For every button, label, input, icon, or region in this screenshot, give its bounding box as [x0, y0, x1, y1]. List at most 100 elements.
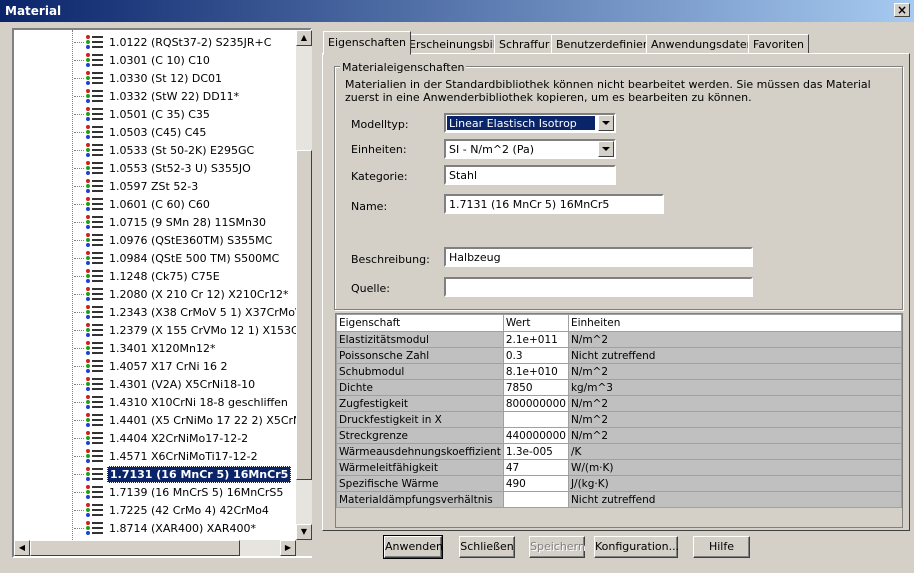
property-value[interactable]: 440000000 [502, 427, 569, 444]
tree-item[interactable]: 1.8714 (XAR400) XAR400* [74, 519, 258, 537]
tree-item[interactable]: 1.4301 (V2A) X5CrNi18-10 [74, 375, 257, 393]
scroll-thumb-horizontal[interactable] [30, 540, 240, 556]
table-row[interactable]: Wärmeausdehnungskoeffizient 1.3e-005/K [336, 443, 903, 460]
tree-item[interactable]: 1.7225 (42 CrMo 4) 42CrMo4 [74, 501, 271, 519]
property-value[interactable]: 2.1e+011 [502, 331, 569, 348]
table-row[interactable]: Schubmodul 8.1e+010 N/m^2 [336, 363, 903, 380]
einheiten-combo[interactable]: SI - N/m^2 (Pa) [444, 139, 616, 159]
tree-item[interactable]: 1.7131 (16 MnCr 5) 16MnCr5 [74, 465, 292, 483]
tree-item[interactable]: 1.7139 (16 MnCrS 5) 16MnCrS5 [74, 483, 285, 501]
tree-item[interactable]: 1.0597 ZSt 52-3 [74, 177, 200, 195]
tree-connector [74, 365, 84, 367]
table-row[interactable]: Wärmeleitfähigkeit 47 W/(m·K) [336, 459, 903, 476]
modelltyp-combo[interactable]: Linear Elastisch Isotrop [444, 113, 616, 133]
tree-connector [74, 167, 84, 169]
apply-button[interactable]: Anwenden [383, 535, 443, 559]
tree-item[interactable]: 1.0301 (C 10) C10 [74, 51, 212, 69]
tree-connector [74, 329, 84, 331]
tab-favoriten[interactable]: Favoriten [748, 34, 809, 54]
header-eigenschaft: Eigenschaft [336, 314, 504, 332]
tree-item[interactable]: 1.0501 (C 35) C35 [74, 105, 212, 123]
property-value[interactable] [502, 411, 569, 428]
kategorie-field[interactable]: Stahl [444, 165, 616, 185]
tree-item[interactable]: 1.1248 (Ck75) C75E [74, 267, 222, 285]
tree-item[interactable]: 1.0601 (C 60) C60 [74, 195, 212, 213]
tree-item[interactable]: 1.2343 (X38 CrMoV 5 1) X37CrMoV5-1 [74, 303, 296, 321]
table-row[interactable]: Streckgrenze 440000000 N/m^2 [336, 427, 903, 444]
tree-connector [74, 221, 84, 223]
tree-connector [74, 59, 84, 61]
tree-item[interactable]: 1.0330 (St 12) DC01 [74, 69, 224, 87]
material-icon [86, 53, 104, 67]
scroll-left-icon[interactable]: ◀ [14, 540, 30, 556]
tree-connector [74, 239, 84, 241]
tree-item[interactable]: 1.0715 (9 SMn 28) 11SMn30 [74, 213, 268, 231]
table-row[interactable]: Poissonsche Zahl 0.3 Nicht zutreffend [336, 347, 903, 364]
tree-item[interactable]: 1.4404 X2CrNiMo17-12-2 [74, 429, 250, 447]
property-value[interactable] [502, 491, 569, 508]
beschreibung-field[interactable]: Halbzeug [444, 247, 753, 267]
table-row[interactable]: Dichte 7850 kg/m^3 [336, 379, 903, 396]
configuration-button[interactable]: Konfiguration... [594, 536, 679, 558]
property-unit: N/m^2 [567, 395, 903, 412]
tree-vertical-scrollbar[interactable]: ▲ ▼ [296, 30, 312, 540]
tree-item-label: 1.7139 (16 MnCrS 5) 16MnCrS5 [109, 485, 284, 499]
property-value[interactable]: 490 [502, 475, 569, 492]
tab-benutzerdefiniert[interactable]: Benutzerdefiniert [551, 34, 657, 54]
chevron-down-icon[interactable] [598, 141, 614, 157]
property-value[interactable]: 8.1e+010 [502, 363, 569, 380]
table-row[interactable]: Spezifische Wärme 490 J/(kg·K) [336, 475, 903, 492]
tree-item-label: 1.0976 (QStE360TM) S355MC [109, 233, 273, 247]
save-button[interactable]: Speichern [529, 536, 585, 558]
tree-item[interactable]: 1.0976 (QStE360TM) S355MC [74, 231, 274, 249]
scroll-up-icon[interactable]: ▲ [296, 30, 312, 46]
material-tree[interactable]: 1.0122 (RQSt37-2) S235JR+C 1.0301 (C 10) … [12, 28, 312, 558]
tree-connector [74, 257, 84, 259]
close-button[interactable]: Schließen [459, 536, 515, 558]
tree-item-label: 1.2343 (X38 CrMoV 5 1) X37CrMoV5-1 [109, 305, 296, 319]
property-value[interactable]: 0.3 [502, 347, 569, 364]
tree-item[interactable]: 1.4057 X17 CrNi 16 2 [74, 357, 230, 375]
tree-item[interactable]: 1.4310 X10CrNi 18-8 geschliffen [74, 393, 290, 411]
tree-item[interactable]: 1.0533 (St 50-2K) E295GC [74, 141, 256, 159]
tree-item[interactable]: 1.4401 (X5 CrNiMo 17 22 2) X5CrNiMo17- [74, 411, 296, 429]
tree-item[interactable]: 1.0984 (QStE 500 TM) S500MC [74, 249, 281, 267]
tree-item[interactable]: 1.0503 (C45) C45 [74, 123, 208, 141]
property-value[interactable]: 1.3e-005 [502, 443, 569, 460]
table-row[interactable]: Zugfestigkeit 800000000 N/m^2 [336, 395, 903, 412]
tree-connector [74, 383, 84, 385]
table-row[interactable]: Elastizitätsmodul 2.1e+011 N/m^2 [336, 331, 903, 348]
chevron-down-icon[interactable] [598, 115, 614, 131]
table-row[interactable]: Druckfestigkeit in X N/m^2 [336, 411, 903, 428]
tree-item-label: 1.8714 (XAR400) XAR400* [109, 521, 256, 535]
tree-item[interactable]: 1.0553 (St52-3 U) S355JO [74, 159, 253, 177]
tree-item[interactable]: 1.0332 (StW 22) DD11* [74, 87, 241, 105]
tab-anwendungsdaten[interactable]: Anwendungsdaten [646, 34, 759, 54]
tree-item[interactable]: 1.2080 (X 210 Cr 12) X210Cr12* [74, 285, 291, 303]
table-header-row: Eigenschaft Wert Einheiten [336, 314, 903, 332]
name-field[interactable]: 1.7131 (16 MnCr 5) 16MnCr5 [444, 194, 664, 214]
tree-connector [74, 149, 84, 151]
property-value[interactable]: 47 [502, 459, 569, 476]
property-unit: Nicht zutreffend [567, 491, 903, 508]
scroll-right-icon[interactable]: ▶ [280, 540, 296, 556]
tree-item[interactable]: 1.0122 (RQSt37-2) S235JR+C [74, 33, 273, 51]
quelle-field[interactable] [444, 277, 753, 297]
tree-item-label: 1.0330 (St 12) DC01 [109, 71, 223, 85]
property-value[interactable]: 7850 [502, 379, 569, 396]
tree-connector [74, 437, 84, 439]
tab-schraffur[interactable]: Schraffur [494, 34, 555, 54]
help-button[interactable]: Hilfe [693, 536, 750, 558]
table-row[interactable]: Materialdämpfungsverhältnis Nicht zutreff… [336, 491, 903, 508]
close-icon[interactable]: × [894, 3, 910, 17]
tree-item[interactable]: 1.4571 X6CrNiMoTi17-12-2 [74, 447, 260, 465]
tab-erscheinungsbild[interactable]: Erscheinungsbild [404, 34, 508, 54]
tree-item[interactable]: 1.2379 (X 155 CrVMo 12 1) X153CrVMo12 [74, 321, 296, 339]
tab-eigenschaften[interactable]: Eigenschaften [323, 31, 411, 55]
header-wert: Wert [502, 314, 569, 332]
scroll-thumb-vertical[interactable] [296, 150, 312, 480]
scroll-down-icon[interactable]: ▼ [296, 524, 312, 540]
property-value[interactable]: 800000000 [502, 395, 569, 412]
tree-item[interactable]: 1.3401 X120Mn12* [74, 339, 217, 357]
tree-horizontal-scrollbar[interactable]: ◀ ▶ [14, 540, 296, 556]
